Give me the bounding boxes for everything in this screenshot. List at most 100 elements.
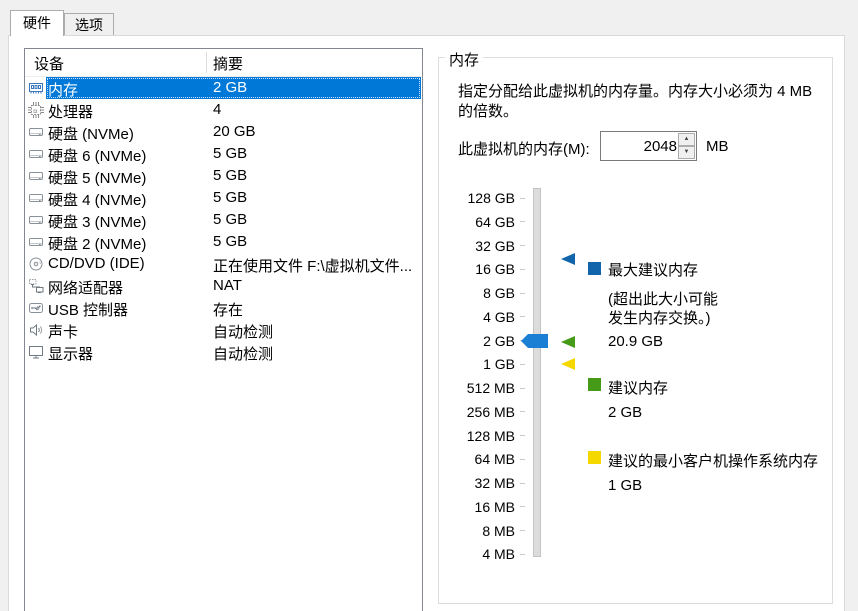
device-row-body[interactable]: 网络适配器 NAT xyxy=(46,275,421,297)
device-row-body[interactable]: 声卡自动检测 xyxy=(46,319,421,341)
scale-tick xyxy=(520,483,525,484)
max-memory-legend-swatch xyxy=(588,262,601,275)
device-name: USB 控制器 xyxy=(48,299,128,320)
scale-label: 8 MB xyxy=(438,523,515,539)
minimum-memory-legend-swatch xyxy=(588,451,601,464)
device-row[interactable]: 硬盘 6 (NVMe)5 GB xyxy=(25,143,422,165)
device-row[interactable]: 显示器自动检测 xyxy=(25,341,422,363)
device-name: 硬盘 4 (NVMe) xyxy=(48,189,146,210)
scale-label: 2 GB xyxy=(438,333,515,349)
cd-icon xyxy=(28,256,44,272)
device-row[interactable]: 内存 2 GB xyxy=(25,77,422,99)
device-row-body[interactable]: 硬盘 3 (NVMe)5 GB xyxy=(46,209,421,231)
device-row[interactable]: 硬盘 4 (NVMe) 5 GB xyxy=(25,187,422,209)
memory-group-title: 内存 xyxy=(445,49,483,70)
device-summary: 正在使用文件 F:\虚拟机文件... xyxy=(213,255,412,276)
disk-icon xyxy=(28,124,44,140)
device-row[interactable]: CD/DVD (IDE) 正在使用文件 F:\虚拟机文件... xyxy=(25,253,422,275)
scale-tick xyxy=(520,221,525,222)
device-summary: 自动检测 xyxy=(213,343,273,364)
minimum-memory-value: 1 GB xyxy=(608,477,642,494)
device-summary: 存在 xyxy=(213,299,243,320)
usb-icon xyxy=(28,300,44,316)
device-row[interactable]: 硬盘 (NVMe)20 GB xyxy=(25,121,422,143)
scale-tick xyxy=(520,364,525,365)
device-row-body[interactable]: 硬盘 (NVMe)20 GB xyxy=(46,121,421,143)
device-summary: NAT xyxy=(213,277,242,294)
disk-icon xyxy=(28,190,44,206)
device-summary: 自动检测 xyxy=(213,321,273,342)
scale-label: 16 GB xyxy=(438,261,515,277)
memory-size-spinbox: ▲ ▼ xyxy=(600,131,697,161)
spin-down-icon[interactable]: ▼ xyxy=(678,146,695,159)
column-header-device: 设备 xyxy=(34,53,64,74)
max-memory-value: 20.9 GB xyxy=(608,333,663,350)
scale-tick xyxy=(520,245,525,246)
device-row-body[interactable]: 显示器自动检测 xyxy=(46,341,421,363)
cpu-icon xyxy=(28,102,44,118)
device-summary: 5 GB xyxy=(213,189,247,206)
device-name: 硬盘 2 (NVMe) xyxy=(48,233,146,254)
column-header-summary: 摘要 xyxy=(213,53,243,74)
device-row[interactable]: 处理器4 xyxy=(25,99,422,121)
device-row-body[interactable]: 处理器4 xyxy=(46,99,421,121)
device-row-body[interactable]: 硬盘 2 (NVMe) 5 GB xyxy=(46,231,421,253)
scale-tick xyxy=(520,388,525,389)
scale-label: 128 GB xyxy=(438,190,515,206)
disk-icon xyxy=(28,234,44,250)
vm-settings-dialog: 硬件 选项 设备 摘要 内存 2 GB 处理器4硬盘 (NVMe)20 GB硬盘 6… xyxy=(0,0,858,611)
device-row-body[interactable]: 内存 2 GB xyxy=(46,77,421,99)
device-name: 内存 xyxy=(48,79,78,100)
disk-icon xyxy=(28,146,44,162)
device-row-body[interactable]: 硬盘 6 (NVMe)5 GB xyxy=(46,143,421,165)
device-row[interactable]: 硬盘 3 (NVMe)5 GB xyxy=(25,209,422,231)
recommended-memory-value: 2 GB xyxy=(608,404,642,421)
scale-label: 1 GB xyxy=(438,356,515,372)
device-name: CD/DVD (IDE) xyxy=(48,255,145,272)
device-row-body[interactable]: 硬盘 4 (NVMe) 5 GB xyxy=(46,187,421,209)
device-summary: 2 GB xyxy=(213,79,247,96)
memory-size-input[interactable] xyxy=(601,132,680,160)
memory-description-line1: 指定分配给此虚拟机的内存量。内存大小必须为 4 MB xyxy=(458,80,812,101)
display-icon xyxy=(28,344,44,360)
max-memory-note-line1: (超出此大小可能 xyxy=(608,288,718,309)
max-memory-legend-label: 最大建议内存 xyxy=(608,259,698,280)
scale-label: 64 GB xyxy=(438,214,515,230)
memory-unit-label: MB xyxy=(706,138,729,155)
recommended-memory-legend-label: 建议内存 xyxy=(608,377,668,398)
device-row[interactable]: 网络适配器 NAT xyxy=(25,275,422,297)
scale-label: 4 GB xyxy=(438,309,515,325)
device-row[interactable]: 硬盘 5 (NVMe)5 GB xyxy=(25,165,422,187)
device-row[interactable]: 硬盘 2 (NVMe) 5 GB xyxy=(25,231,422,253)
scale-label: 64 MB xyxy=(438,451,515,467)
memory-size-label: 此虚拟机的内存(M): xyxy=(458,138,590,159)
memory-description-line2: 的倍数。 xyxy=(458,100,518,121)
spin-up-icon[interactable]: ▲ xyxy=(678,133,695,146)
minimum-memory-legend-label: 建议的最小客户机操作系统内存 xyxy=(608,450,818,471)
device-row-body[interactable]: CD/DVD (IDE) 正在使用文件 F:\虚拟机文件... xyxy=(46,253,421,275)
disk-icon xyxy=(28,168,44,184)
device-row-body[interactable]: USB 控制器 存在 xyxy=(46,297,421,319)
tab-hardware[interactable]: 硬件 xyxy=(10,10,64,36)
device-name: 硬盘 6 (NVMe) xyxy=(48,145,146,166)
scale-tick xyxy=(520,554,525,555)
memory-slider-track[interactable] xyxy=(533,188,541,557)
max-memory-note-line2: 发生内存交换。) xyxy=(608,307,711,328)
device-summary: 20 GB xyxy=(213,123,256,140)
device-summary: 5 GB xyxy=(213,233,247,250)
device-name: 硬盘 3 (NVMe) xyxy=(48,211,146,232)
device-list: 设备 摘要 内存 2 GB 处理器4硬盘 (NVMe)20 GB硬盘 6 (NVMe… xyxy=(24,48,423,611)
disk-icon xyxy=(28,212,44,228)
tab-options[interactable]: 选项 xyxy=(64,13,114,36)
scale-tick xyxy=(520,316,525,317)
scale-tick xyxy=(520,530,525,531)
device-name: 网络适配器 xyxy=(48,277,123,298)
device-row-body[interactable]: 硬盘 5 (NVMe)5 GB xyxy=(46,165,421,187)
spin-buttons: ▲ ▼ xyxy=(678,133,695,159)
scale-label: 8 GB xyxy=(438,285,515,301)
device-summary: 4 xyxy=(213,101,221,118)
device-row[interactable]: 声卡自动检测 xyxy=(25,319,422,341)
device-row[interactable]: USB 控制器 存在 xyxy=(25,297,422,319)
scale-label: 32 GB xyxy=(438,238,515,254)
scale-label: 128 MB xyxy=(438,428,515,444)
